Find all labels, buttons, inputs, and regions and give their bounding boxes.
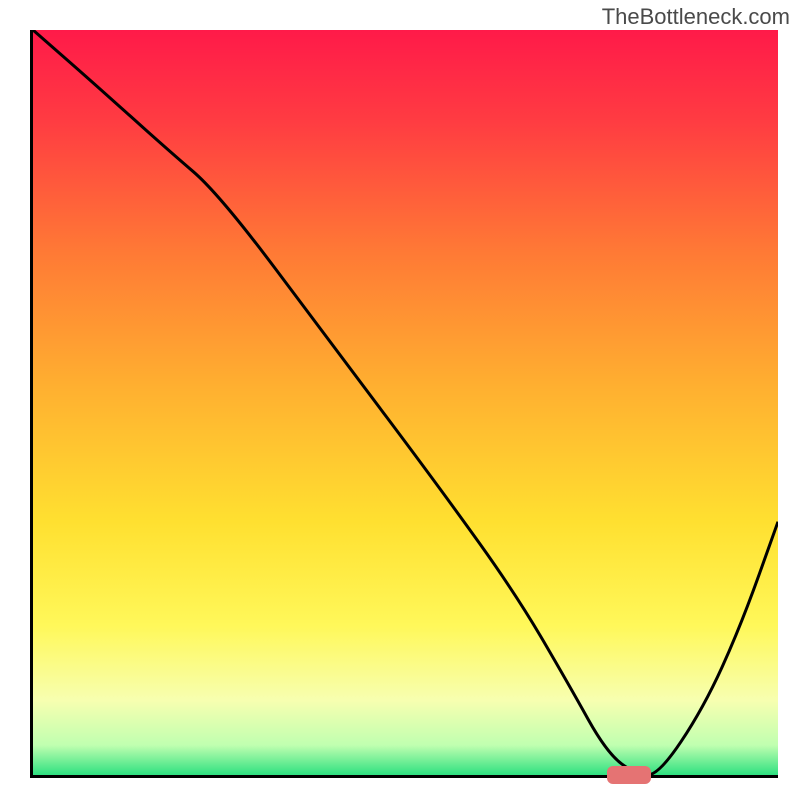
- optimum-marker: [607, 766, 652, 783]
- plot-area: [30, 30, 778, 778]
- chart-container: TheBottleneck.com: [0, 0, 800, 800]
- watermark-text: TheBottleneck.com: [602, 4, 790, 30]
- gradient-background: [33, 30, 778, 775]
- chart-svg: [33, 30, 778, 775]
